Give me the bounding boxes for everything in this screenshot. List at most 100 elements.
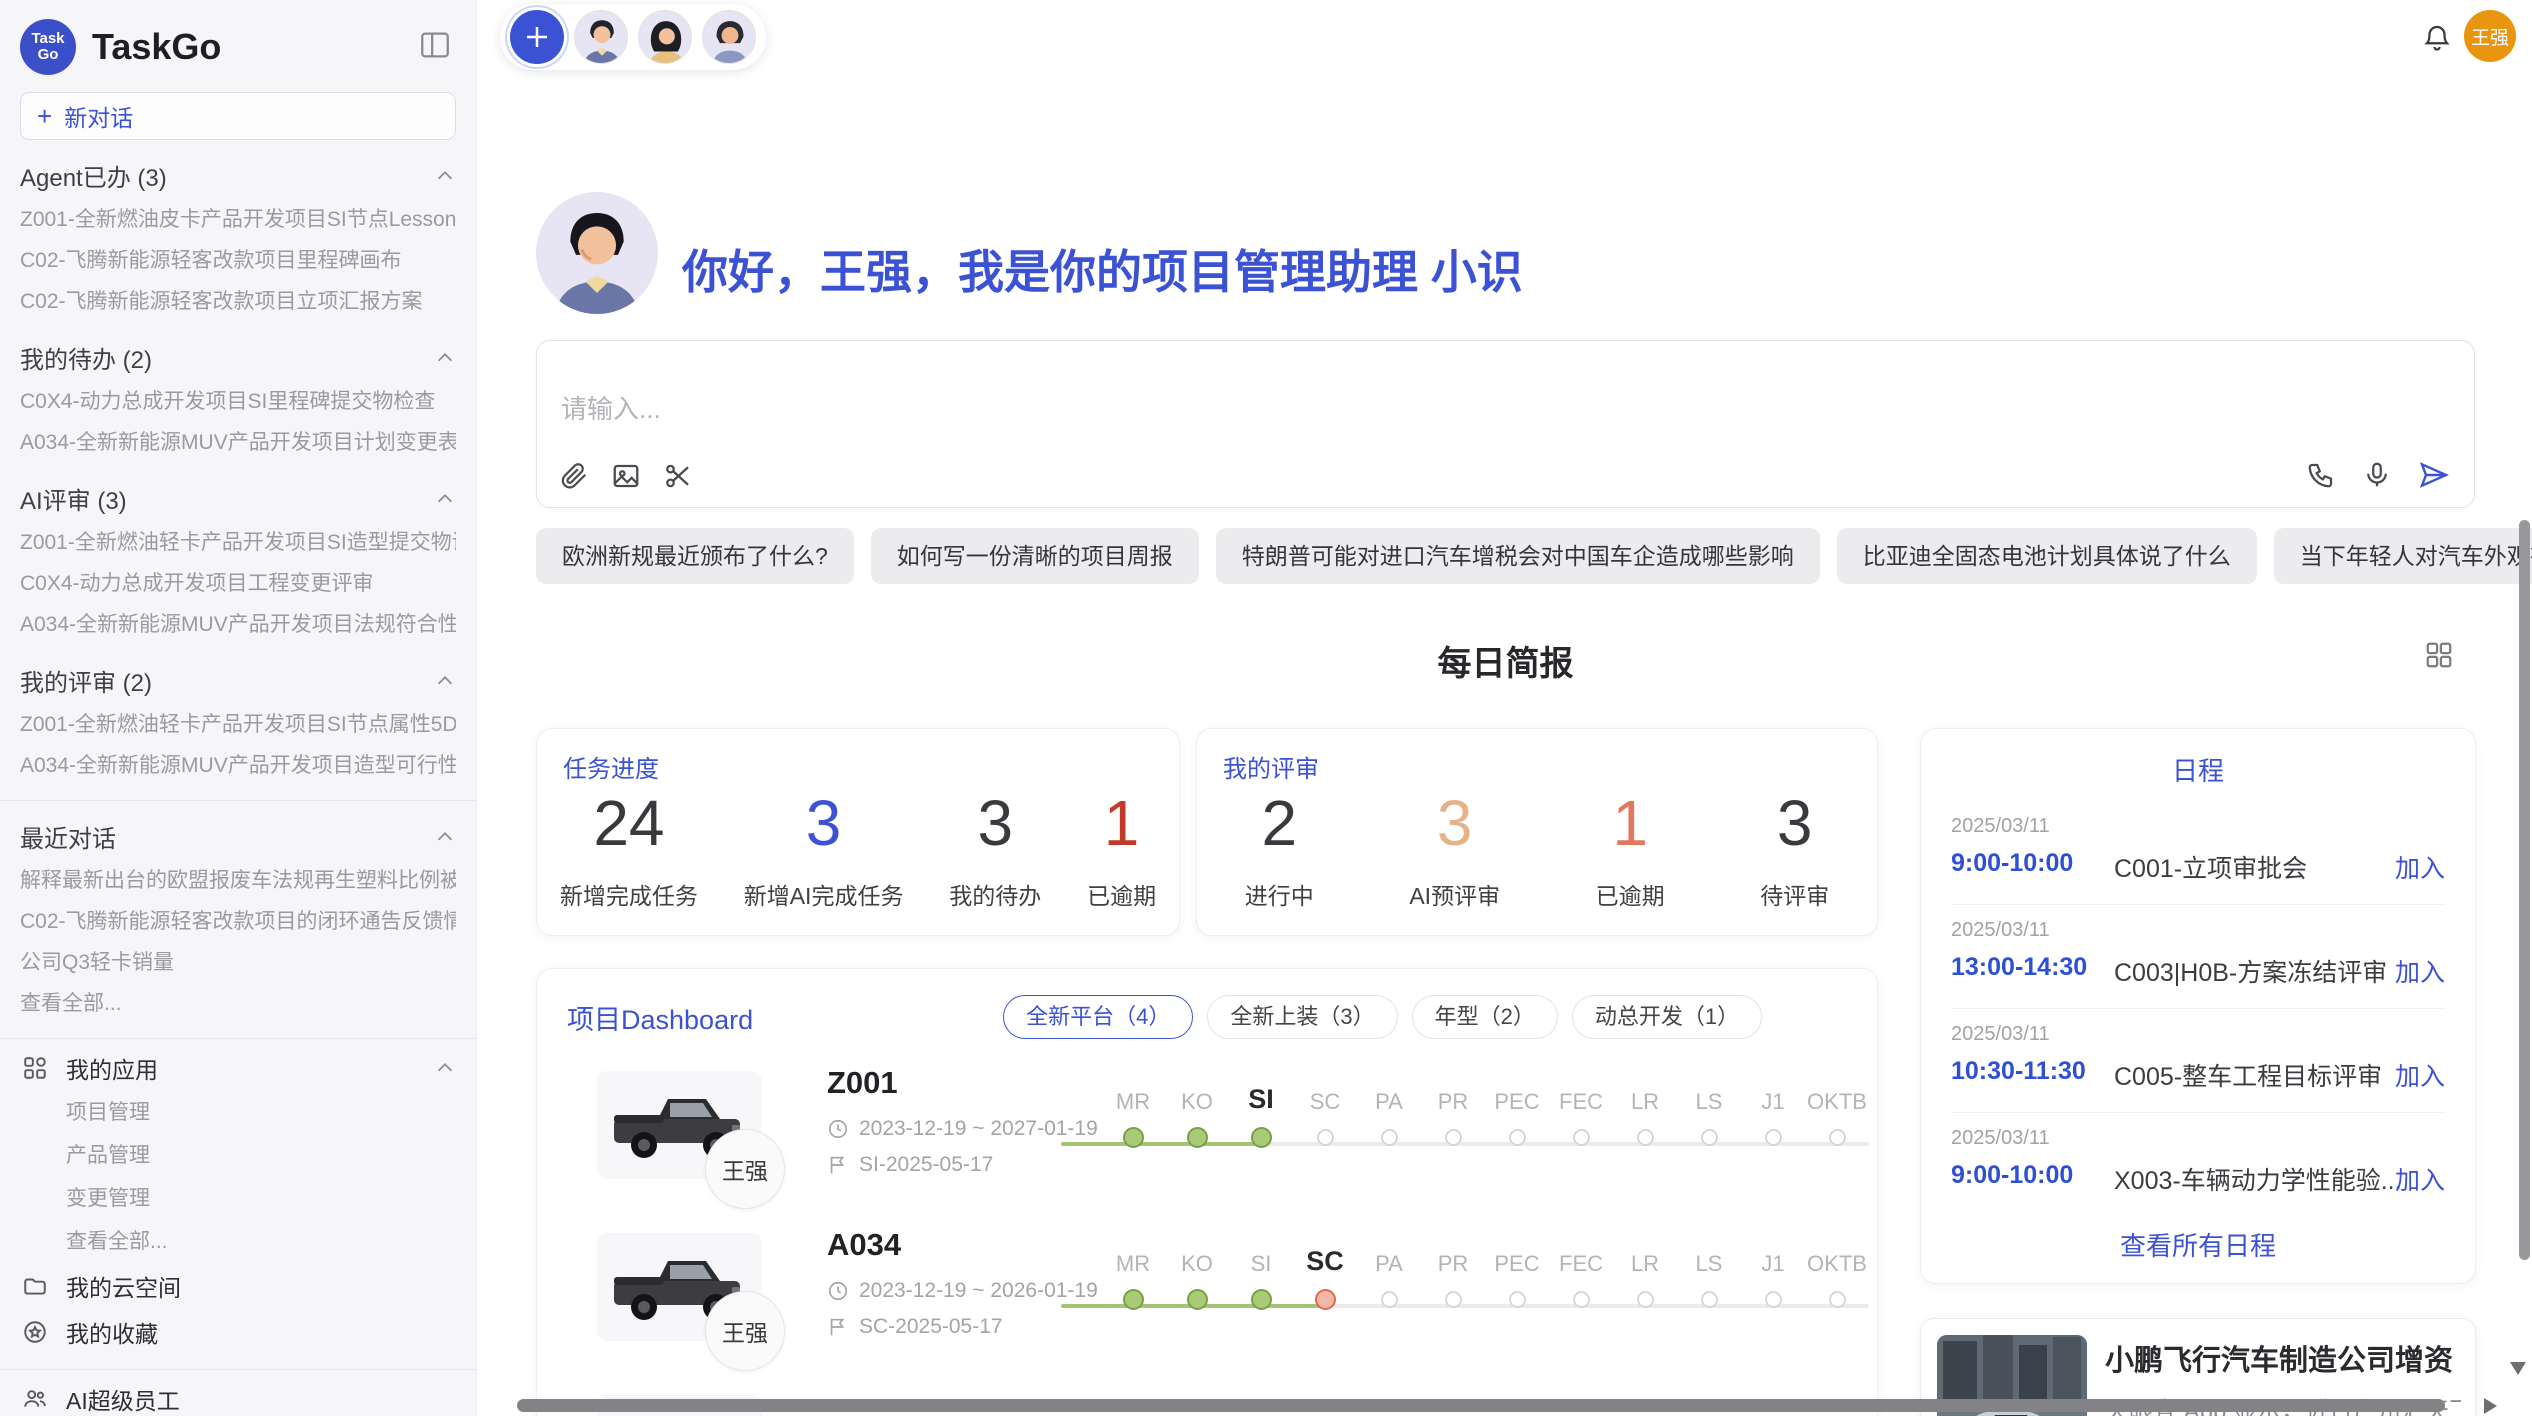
list-item[interactable]: A034-全新新能源MUV产品开发项目法规符合性评审 [20,604,456,645]
sidebar-item-product-mgmt[interactable]: 产品管理 [20,1134,456,1177]
new-chat-button[interactable]: + 新对话 [20,92,456,140]
milestone-dot [1445,1291,1462,1308]
project-row[interactable]: 王强 A034 2023-12-19 ~ 2026-01-19 SC-2025-… [537,1227,1877,1377]
sidebar-item-ai-super-staff[interactable]: AI超级员工 [20,1376,456,1416]
project-dashboard-card: 项目Dashboard 全新平台（4） 全新上装（3） 年型（2） 动总开发（1… [536,968,1878,1416]
chevron-up-icon[interactable] [434,1057,456,1079]
send-icon[interactable] [2418,459,2450,491]
section-ai-review[interactable]: AI评审 (3) [20,475,456,522]
schedule-entry: 2025/03/11 10:30-11:30 C005-整车工程目标评审 加入 [1951,1009,2445,1113]
sidebar-collapse-icon[interactable] [418,28,452,62]
user-avatar[interactable]: 王强 [2464,10,2516,62]
suggestion-chip[interactable]: 比亚迪全固态电池计划具体说了什么 [1837,528,2257,584]
logo-line1: Task [31,31,64,47]
divider [0,1038,476,1039]
milestone-dot [1123,1127,1144,1148]
new-session-button[interactable] [510,10,564,64]
milestone-dot [1573,1129,1590,1146]
project-name: A034 [827,1227,901,1263]
list-item[interactable]: C02-飞腾新能源轻客改款项目里程碑画布 [20,240,456,281]
scroll-down-arrow[interactable] [2510,1362,2526,1375]
project-milestone-tag: SC-2025-05-17 [827,1315,1003,1339]
sidebar-item-my-apps[interactable]: 我的应用 [20,1045,456,1091]
view-all-apps[interactable]: 查看全部... [20,1220,456,1263]
suggestion-chip[interactable]: 特朗普可能对进口汽车增税会对中国车企造成哪些影响 [1216,528,1820,584]
project-row[interactable]: 王强 Z001 2023-12-19 ~ 2027-01-19 SI-2025-… [537,1065,1877,1215]
section-my-review[interactable]: 我的评审 (2) [20,657,456,704]
list-item[interactable]: 解释最新出台的欧盟报废车法规再生塑料比例被调至15%... [20,860,456,901]
list-item[interactable]: C02-飞腾新能源轻客改款项目立项汇报方案 [20,281,456,322]
chevron-up-icon[interactable] [434,347,456,369]
taskgo-app: Task Go TaskGo + 新对话 Agent已办 (3) Z001-全新… [0,0,2532,1416]
composer-left-icons [559,461,693,491]
list-item[interactable]: C0X4-动力总成开发项目SI里程碑提交物检查 [20,381,456,422]
list-item[interactable]: Z001-全新燃油皮卡产品开发项目SI节点Lesson Learn报告 [20,199,456,240]
assistant-avatar [536,192,658,314]
project-milestone-tag: SI-2025-05-17 [827,1153,993,1177]
vertical-scrollbar[interactable] [2519,520,2530,1260]
sidebar-item-favorites[interactable]: 我的收藏 [20,1309,456,1355]
dashboard-title: 项目Dashboard [567,998,753,1037]
filter-pill[interactable]: 全新平台（4） [1003,995,1193,1039]
milestone: KO [1165,1241,1229,1310]
suggestion-chip[interactable]: 当下年轻人对汽车外观有怎样的喜好趋势 [2274,528,2532,584]
project-owner-badge: 王强 [705,1291,785,1371]
list-item[interactable]: C0X4-动力总成开发项目工程变更评审 [20,563,456,604]
join-link[interactable]: 加入 [2395,849,2445,885]
horizontal-scrollbar[interactable] [517,1399,2445,1412]
phone-icon[interactable] [2306,459,2336,491]
list-item[interactable]: 公司Q3轻卡销量 [20,942,456,983]
section-recent-chats[interactable]: 最近对话 [20,813,456,860]
filter-pill[interactable]: 年型（2） [1412,995,1558,1039]
sidebar-item-change-mgmt[interactable]: 变更管理 [20,1177,456,1220]
milestone-dot [1829,1291,1846,1308]
sidebar-item-cloud-space[interactable]: 我的云空间 [20,1263,456,1309]
view-all-chats[interactable]: 查看全部... [20,983,456,1024]
chevron-up-icon[interactable] [434,670,456,692]
task-progress-card: 任务进度 24新增完成任务 3新增AI完成任务 3我的待办 1已逾期 [536,728,1180,936]
composer-right-icons [2306,459,2450,491]
join-link[interactable]: 加入 [2395,1161,2445,1197]
list-item[interactable]: Z001-全新燃油轻卡产品开发项目SI节点属性5D文件评审 [20,704,456,745]
milestone: PA [1357,1079,1421,1148]
sidebar-item-project-mgmt[interactable]: 项目管理 [20,1091,456,1134]
milestone-dot [1187,1289,1208,1310]
view-all-schedule-link[interactable]: 查看所有日程 [1921,1226,2475,1263]
avatar[interactable] [638,10,692,64]
chat-input[interactable] [559,393,2059,426]
suggestion-chip[interactable]: 如何写一份清晰的项目周报 [871,528,1199,584]
suggestion-chip[interactable]: 欧洲新规最近颁布了什么? [536,528,854,584]
scroll-right-arrow[interactable] [2484,1398,2497,1414]
attachment-icon[interactable] [559,461,589,491]
milestone: MR [1101,1241,1165,1310]
avatar[interactable] [702,10,756,64]
join-link[interactable]: 加入 [2395,953,2445,989]
image-icon[interactable] [611,461,641,491]
list-item[interactable]: C02-飞腾新能源轻客改款项目的闭环通告反馈情况 [20,901,456,942]
project-owner-badge: 王强 [705,1129,785,1209]
filter-pill[interactable]: 动总开发（1） [1572,995,1762,1039]
milestone-dot [1765,1291,1782,1308]
notification-bell-icon[interactable] [2422,22,2452,52]
section-agent-done[interactable]: Agent已办 (3) [20,152,456,199]
avatar[interactable] [574,10,628,64]
list-item[interactable]: A034-全新新能源MUV产品开发项目计划变更表编写 [20,422,456,463]
chevron-up-icon[interactable] [434,165,456,187]
scissors-icon[interactable] [663,461,693,491]
microphone-icon[interactable] [2362,459,2392,491]
card-title: 我的评审 [1223,749,1319,784]
milestone-dot [1509,1291,1526,1308]
chevron-up-icon[interactable] [434,488,456,510]
milestone: SC [1293,1241,1357,1310]
join-link[interactable]: 加入 [2395,1057,2445,1093]
section-my-todo[interactable]: 我的待办 (2) [20,334,456,381]
filter-pill[interactable]: 全新上装（3） [1207,995,1397,1039]
milestone-dot [1701,1291,1718,1308]
milestone-dot [1317,1129,1334,1146]
list-item[interactable]: Z001-全新燃油轻卡产品开发项目SI造型提交物评审 [20,522,456,563]
layout-grid-icon[interactable] [2424,640,2454,670]
stat: 2进行中 [1245,787,1314,911]
list-item[interactable]: A034-全新新能源MUV产品开发项目造型可行性评审 [20,745,456,786]
chevron-up-icon[interactable] [434,826,456,848]
people-icon [20,1386,50,1412]
